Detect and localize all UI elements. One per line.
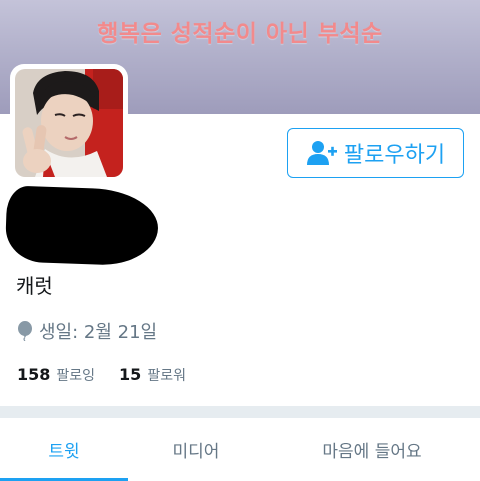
following-stat[interactable]: 158 팔로잉 xyxy=(17,365,95,385)
balloon-icon xyxy=(18,321,32,341)
following-count: 158 xyxy=(17,365,51,384)
profile-tabs: 트윗 미디어 마음에 들어요 xyxy=(0,418,480,481)
add-user-icon xyxy=(306,141,337,165)
tab-likes[interactable]: 마음에 들어요 xyxy=(264,418,480,481)
tab-media-label: 미디어 xyxy=(172,442,220,462)
follow-button[interactable]: 팔로우하기 xyxy=(287,128,464,178)
tab-tweets-label: 트윗 xyxy=(48,442,80,462)
followers-stat[interactable]: 15 팔로워 xyxy=(119,365,186,385)
section-divider xyxy=(0,406,480,418)
tab-tweets[interactable]: 트윗 xyxy=(0,418,128,481)
follow-button-label: 팔로우하기 xyxy=(343,143,446,168)
birthday-info: 생일: 2월 21일 xyxy=(17,318,157,344)
tab-media[interactable]: 미디어 xyxy=(128,418,264,481)
profile-photo xyxy=(15,69,123,177)
redacted-display-name xyxy=(4,185,160,267)
profile-handle: 캐럿 xyxy=(16,274,53,298)
followers-count: 15 xyxy=(119,365,142,384)
following-label: 팔로잉 xyxy=(56,368,96,384)
follow-stats: 158 팔로잉 15 팔로워 xyxy=(17,365,186,385)
followers-label: 팔로워 xyxy=(147,368,186,384)
banner-text: 행복은 성적순이 아닌 부석순 xyxy=(97,21,383,47)
tab-likes-label: 마음에 들어요 xyxy=(322,442,422,462)
birthday-text: 생일: 2월 21일 xyxy=(39,322,158,343)
avatar[interactable] xyxy=(10,64,128,182)
